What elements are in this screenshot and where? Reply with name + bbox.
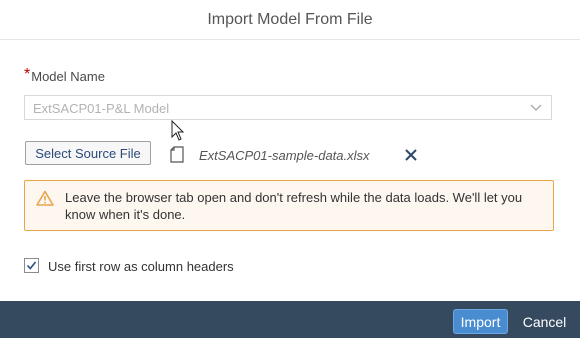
model-name-value: ExtSACP01-P&L Model (33, 101, 170, 116)
chevron-down-icon[interactable] (529, 100, 543, 114)
dialog-header: Import Model From File (0, 0, 580, 40)
dialog-footer: Import Cancel (0, 301, 580, 338)
dialog-title: Import Model From File (207, 10, 373, 28)
checkmark-icon (26, 261, 37, 270)
warning-icon (36, 190, 54, 206)
select-source-file-button[interactable]: Select Source File (25, 141, 151, 165)
file-icon (170, 146, 184, 163)
import-model-dialog: Import Model From File *Model Name ExtSA… (0, 0, 580, 338)
close-icon[interactable] (404, 148, 418, 162)
warning-message: Leave the browser tab open and don't ref… (24, 180, 554, 231)
first-row-headers-label[interactable]: Use first row as column headers (48, 259, 234, 274)
model-name-select[interactable]: ExtSACP01-P&L Model (24, 95, 552, 120)
required-marker: * (24, 66, 31, 83)
cancel-button[interactable]: Cancel (517, 309, 572, 334)
model-name-label: *Model Name (24, 66, 105, 86)
model-name-label-text: Model Name (31, 69, 105, 84)
first-row-headers-checkbox[interactable] (24, 258, 39, 273)
selected-file-name: ExtSACP01-sample-data.xlsx (199, 148, 370, 163)
import-button[interactable]: Import (453, 309, 508, 334)
warning-text: Leave the browser tab open and don't ref… (65, 190, 523, 222)
mouse-cursor-icon (171, 120, 185, 141)
